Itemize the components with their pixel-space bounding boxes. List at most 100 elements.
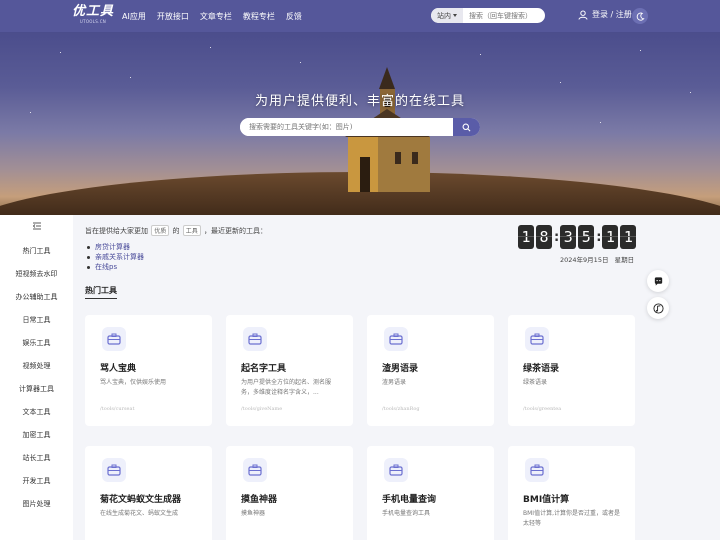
- tool-card-title: 菊花文蚂蚁文生成器: [100, 495, 182, 505]
- clock-digit: 1: [602, 225, 619, 249]
- sidebar-item-video-watermark[interactable]: 短视频去水印: [0, 269, 73, 279]
- toolbox-icon: [243, 327, 267, 351]
- intro-suffix: ，最近更新的工具：: [203, 227, 267, 235]
- chevron-down-icon: [453, 14, 457, 17]
- tool-card[interactable]: 骂人宝典 骂人宝典，仅供娱乐使用 /tools/curseat: [85, 315, 212, 426]
- toolbox-icon: [384, 458, 408, 482]
- clock-colon: :: [554, 229, 560, 245]
- clock-digit: 1: [620, 225, 637, 249]
- nav-open-api[interactable]: 开放接口: [157, 11, 189, 22]
- tool-card-desc: 摸鱼神器: [241, 510, 266, 517]
- main-nav: AI应用 开放接口 文章专栏 教程专栏 反馈: [122, 0, 302, 32]
- intro-prefix: 旨在提供给大家更加: [85, 227, 148, 235]
- tool-card-title: 骂人宝典: [100, 364, 137, 374]
- clock-digit: 5: [578, 225, 595, 249]
- main-content: 旨在提供给大家更加 优质 的 工具 ，最近更新的工具： 房贷计算器 亲戚关系计算…: [73, 215, 720, 540]
- feedback-float-button[interactable]: [647, 270, 669, 292]
- category-sidebar: 热门工具 短视频去水印 办公辅助工具 日常工具 娱乐工具 视频处理 计算器工具 …: [0, 215, 73, 540]
- recent-updates-list: 房贷计算器 亲戚关系计算器 在线ps: [85, 242, 144, 272]
- hero-title: 为用户提供便利、丰富的在线工具: [254, 94, 465, 109]
- menu-collapse-icon[interactable]: [32, 221, 42, 231]
- nav-ai-apps[interactable]: AI应用: [122, 11, 146, 22]
- toolbox-icon: [102, 327, 126, 351]
- tool-card-desc: 为用户提供全方位的起名、测名服务，多维度诠释名字含义，...: [241, 379, 332, 396]
- sidebar-item-video[interactable]: 视频处理: [0, 361, 73, 371]
- tool-card[interactable]: 渣男语录 渣男语录 /tools/zhanRog: [367, 315, 494, 426]
- clock-date: 2024年9月15日 星期日: [560, 254, 634, 264]
- hero-search-button[interactable]: [453, 118, 480, 136]
- hero-search: [240, 118, 480, 136]
- music-note-icon: [652, 302, 664, 314]
- hero-search-input[interactable]: [240, 118, 453, 136]
- toolbox-icon: [384, 327, 408, 351]
- toolbox-icon: [243, 458, 267, 482]
- intro-text: 旨在提供给大家更加 优质 的 工具 ，最近更新的工具：: [85, 225, 267, 236]
- search-scope-label: 站内: [437, 11, 451, 20]
- header-search: 站内: [431, 8, 545, 23]
- top-navbar: 优工具 UTOOLS.CN AI应用 开放接口 文章专栏 教程专栏 反馈 站内 …: [0, 0, 720, 32]
- search-scope-select[interactable]: 站内: [431, 8, 463, 23]
- tool-card-title: 起名字工具: [241, 364, 287, 374]
- clock-digit: 1: [518, 225, 534, 249]
- tool-card[interactable]: 绿茶语录 绿茶语录 /tools/greentea: [508, 315, 635, 426]
- tool-card-path: /tools/greentea: [523, 406, 562, 412]
- recent-update-link[interactable]: 亲戚关系计算器: [85, 252, 144, 262]
- sidebar-item-encryption[interactable]: 加密工具: [0, 430, 73, 440]
- tool-card-path: /tools/giveName: [241, 406, 283, 412]
- sidebar-item-office[interactable]: 办公辅助工具: [0, 292, 73, 302]
- sidebar-item-calculator[interactable]: 计算器工具: [0, 384, 73, 394]
- nav-tutorials[interactable]: 教程专栏: [243, 11, 275, 22]
- header-search-input[interactable]: [463, 11, 543, 20]
- flip-clock: 1 8 : 3 5 : 1 1: [518, 225, 638, 249]
- tool-card-title: BMI值计算: [523, 495, 570, 505]
- tool-card-desc: 骂人宝典，仅供娱乐使用: [100, 379, 167, 386]
- theme-toggle-button[interactable]: [632, 8, 648, 24]
- toolbox-icon: [525, 458, 549, 482]
- toolbox-icon: [102, 458, 126, 482]
- sidebar-item-entertainment[interactable]: 娱乐工具: [0, 338, 73, 348]
- clock-digit: 8: [536, 225, 552, 249]
- moon-icon: [636, 12, 645, 21]
- tool-card[interactable]: BMI值计算 BMI值计算,计算你是否过重，或者是太轻等: [508, 446, 635, 540]
- intro-middle: 的: [172, 227, 180, 235]
- toolbox-icon: [525, 327, 549, 351]
- login-link[interactable]: 登录 / 注册: [578, 9, 632, 20]
- intro-tag-tools: 工具: [182, 225, 201, 236]
- tool-card-desc: 绿茶语录: [523, 379, 548, 386]
- hero-banner: 为用户提供便利、丰富的在线工具: [0, 32, 720, 215]
- tool-card-desc: 渣男语录: [382, 379, 407, 386]
- tool-card-title: 摸鱼神器: [241, 495, 278, 505]
- tool-card[interactable]: 起名字工具 为用户提供全方位的起名、测名服务，多维度诠释名字含义，... /to…: [226, 315, 353, 426]
- tool-card-path: /tools/curseat: [100, 406, 135, 412]
- tool-card[interactable]: 手机电量查询 手机电量查询工具: [367, 446, 494, 540]
- tool-card-desc: 在线生成菊花文、蚂蚁文生成: [100, 510, 179, 517]
- section-underline: [85, 298, 117, 299]
- tool-card-title: 绿茶语录: [523, 364, 560, 374]
- sidebar-item-hot-tools[interactable]: 热门工具: [0, 246, 73, 256]
- tool-card-desc: 手机电量查询工具: [382, 510, 431, 517]
- tool-card-desc: BMI值计算,计算你是否过重，或者是太轻等: [523, 510, 620, 527]
- user-icon: [578, 10, 588, 20]
- tool-card-path: /tools/zhanRog: [382, 406, 420, 412]
- recent-update-link[interactable]: 房贷计算器: [85, 242, 144, 252]
- sidebar-item-dev[interactable]: 开发工具: [0, 476, 73, 486]
- logo-text: 优工具: [72, 4, 115, 19]
- weekday-text: 星期日: [614, 256, 635, 264]
- sidebar-item-daily[interactable]: 日常工具: [0, 315, 73, 325]
- sidebar-item-image[interactable]: 图片处理: [0, 499, 73, 509]
- nav-feedback[interactable]: 反馈: [286, 11, 302, 22]
- sidebar-item-webmaster[interactable]: 站长工具: [0, 453, 73, 463]
- search-icon: [462, 123, 471, 131]
- clock-colon: :: [596, 229, 602, 245]
- chat-icon: [654, 276, 662, 286]
- recent-update-link[interactable]: 在线ps: [85, 262, 144, 272]
- tool-card[interactable]: 摸鱼神器 摸鱼神器: [226, 446, 353, 540]
- site-logo[interactable]: 优工具 UTOOLS.CN: [72, 5, 114, 27]
- logo-subtext: UTOOLS.CN: [79, 19, 107, 24]
- date-text: 2024年9月15日: [560, 256, 609, 264]
- music-float-button[interactable]: [647, 297, 669, 319]
- sidebar-item-text[interactable]: 文本工具: [0, 407, 73, 417]
- login-label: 登录 / 注册: [592, 10, 632, 19]
- tool-card[interactable]: 菊花文蚂蚁文生成器 在线生成菊花文、蚂蚁文生成: [85, 446, 212, 540]
- nav-articles[interactable]: 文章专栏: [200, 11, 232, 22]
